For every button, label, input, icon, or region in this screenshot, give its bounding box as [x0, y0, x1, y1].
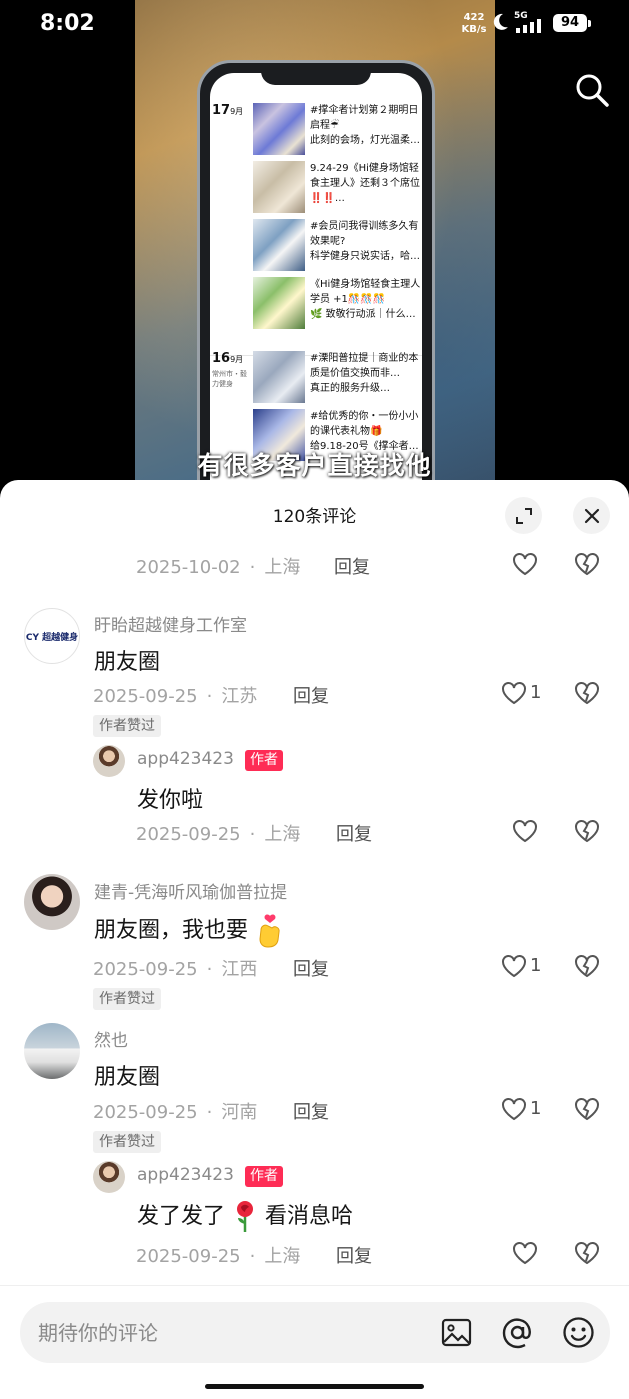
like-count: 1 — [530, 955, 542, 976]
moment-text: #溧阳普拉提｜商业的本 质是价值交换而非… 真正的服务升级… — [310, 353, 419, 394]
comment-text-content: 朋友圈，我也要 — [94, 918, 249, 943]
author-badge: 作者 — [245, 750, 283, 771]
reply-button[interactable]: 回复 — [293, 955, 329, 981]
input-separator — [0, 1285, 629, 1286]
network-speed-unit: KB/s — [461, 24, 487, 35]
like-count: 1 — [530, 1098, 542, 1119]
phone-notch — [261, 63, 371, 85]
moment-item: #会员问我得训练多久有 效果呢? 科学健身只说实话，哈… — [210, 219, 422, 279]
author-badge: 作者 — [245, 1166, 283, 1187]
like-count: 1 — [530, 682, 542, 703]
phone-screen: 179月 #撑伞者计划第２期明日 启程☔ 此刻的会场，灯光温柔… 9.24-29… — [210, 73, 422, 495]
comment-text: 朋友圈 — [94, 1065, 161, 1090]
signal-icon — [516, 19, 541, 33]
heart-icon[interactable] — [501, 1097, 527, 1121]
battery-indicator: 94 — [553, 14, 591, 32]
avatar[interactable] — [24, 1023, 80, 1079]
moon-icon — [493, 13, 508, 30]
close-icon — [584, 508, 599, 523]
moment-thumbnail — [253, 277, 305, 329]
moment-thumbnail — [253, 351, 305, 403]
smiley-icon[interactable] — [562, 1316, 595, 1349]
moment-text: 9.24-29《Hi健身场馆轻 食主理人》还剩３个席位 ‼️‼️… — [310, 163, 420, 204]
avatar-logo-text: CY 超越健身 — [25, 632, 79, 643]
home-indicator[interactable] — [205, 1384, 424, 1389]
broken-heart-icon[interactable] — [574, 1241, 600, 1265]
heart-icon[interactable] — [501, 954, 527, 978]
comment-meta: 2025-09-25 · 河南 — [93, 1102, 258, 1123]
comments-sheet: 120条评论 2025-10-02 · 上海 回复 CY 超越健身 盱眙超越健身工作… — [0, 480, 629, 1399]
moment-text: #撑伞者计划第２期明日 启程☔ 此刻的会场，灯光温柔… — [310, 105, 420, 146]
reply-button[interactable]: 回复 — [336, 820, 372, 846]
expand-icon — [515, 507, 532, 524]
moment-thumbnail — [253, 219, 305, 271]
broken-heart-icon[interactable] — [574, 552, 600, 576]
image-icon[interactable] — [440, 1316, 473, 1349]
comment-author-name[interactable]: 盱眙超越健身工作室 — [94, 611, 247, 636]
moment-thumbnail — [253, 103, 305, 155]
comment-meta: 2025-09-25 · 江西 — [93, 959, 258, 980]
comment-text: 朋友圈 — [94, 650, 161, 675]
video-phone-mockup: 179月 #撑伞者计划第２期明日 启程☔ 此刻的会场，灯光温柔… 9.24-29… — [197, 60, 435, 495]
heart-icon[interactable] — [512, 819, 538, 843]
moment-item: 169月 常州市・毅力健身 #溧阳普拉提｜商业的本 质是价值交换而非… 真正的服… — [210, 351, 422, 411]
moment-item: 9.24-29《Hi健身场馆轻 食主理人》还剩３个席位 ‼️‼️… — [210, 161, 422, 221]
finger-heart-emoji-icon — [259, 914, 280, 948]
heart-icon[interactable] — [512, 552, 538, 576]
heart-icon[interactable] — [501, 681, 527, 705]
comment-author-name[interactable]: 建青-凭海听风瑜伽普拉提 — [94, 878, 287, 903]
comment-input[interactable] — [38, 1302, 418, 1363]
reply-text-part: 发了发了 — [137, 1204, 226, 1229]
broken-heart-icon[interactable] — [574, 954, 600, 978]
author-liked-tag: 作者赞过 — [93, 1131, 161, 1153]
expand-button[interactable] — [505, 497, 542, 534]
comment-meta: 2025-09-25 · 江苏 — [93, 686, 258, 707]
comment-input-bar — [20, 1302, 610, 1363]
comment-meta: 2025-09-25 · 上海 — [136, 1246, 301, 1267]
reply-button[interactable]: 回复 — [293, 682, 329, 708]
at-icon[interactable] — [501, 1316, 534, 1349]
rose-emoji-icon — [237, 1201, 254, 1232]
avatar[interactable] — [24, 874, 80, 930]
heart-icon[interactable] — [512, 1241, 538, 1265]
video-subtitle: 有很多客户直接找他 — [197, 451, 432, 480]
moment-day: 179月 — [212, 103, 244, 118]
moment-text: 《Hi健身场馆轻食主理人 学员 +1🎊🎊🎊 🌿 致敬行动派｜什么… — [310, 279, 421, 320]
reply-button[interactable]: 回复 — [334, 553, 370, 579]
author-liked-tag: 作者赞过 — [93, 715, 161, 737]
reply-author-name[interactable]: app423423 — [137, 1165, 234, 1185]
reply-text: 发你啦 — [137, 788, 204, 813]
status-time: 8:02 — [40, 11, 95, 36]
close-button[interactable] — [573, 497, 610, 534]
comment-text: 朋友圈，我也要 — [94, 912, 285, 948]
network-speed: 422 KB/s — [459, 12, 489, 36]
broken-heart-icon[interactable] — [574, 1097, 600, 1121]
video-player[interactable]: 179月 #撑伞者计划第２期明日 启程☔ 此刻的会场，灯光温柔… 9.24-29… — [0, 0, 629, 495]
moment-item: 179月 #撑伞者计划第２期明日 启程☔ 此刻的会场，灯光温柔… — [210, 103, 422, 163]
broken-heart-icon[interactable] — [574, 819, 600, 843]
broken-heart-icon[interactable] — [574, 681, 600, 705]
reply-button[interactable]: 回复 — [336, 1242, 372, 1268]
author-liked-tag: 作者赞过 — [93, 988, 161, 1010]
moment-location: 常州市・毅力健身 — [212, 370, 247, 388]
search-icon[interactable] — [574, 72, 610, 108]
avatar[interactable] — [93, 745, 125, 777]
avatar[interactable] — [93, 1161, 125, 1193]
moment-day: 169月 — [212, 351, 244, 366]
reply-button[interactable]: 回复 — [293, 1098, 329, 1124]
reply-text-part: 看消息哈 — [265, 1204, 354, 1229]
reply-author-name[interactable]: app423423 — [137, 749, 234, 769]
status-bar: 8:02 422 KB/s 5G 94 — [0, 0, 629, 50]
avatar[interactable]: CY 超越健身 — [24, 608, 80, 664]
comment-meta: 2025-09-25 · 上海 — [136, 824, 301, 845]
moment-text: #会员问我得训练多久有 效果呢? 科学健身只说实话，哈… — [310, 221, 420, 262]
moment-thumbnail — [253, 161, 305, 213]
moment-item: 《Hi健身场馆轻食主理人 学员 +1🎊🎊🎊 🌿 致敬行动派｜什么… — [210, 277, 422, 337]
comment-meta: 2025-10-02 · 上海 — [136, 557, 301, 578]
reply-text: 发了发了 看消息哈 — [137, 1198, 353, 1234]
network-speed-value: 422 — [463, 12, 485, 23]
comment-author-name[interactable]: 然也 — [94, 1026, 128, 1051]
